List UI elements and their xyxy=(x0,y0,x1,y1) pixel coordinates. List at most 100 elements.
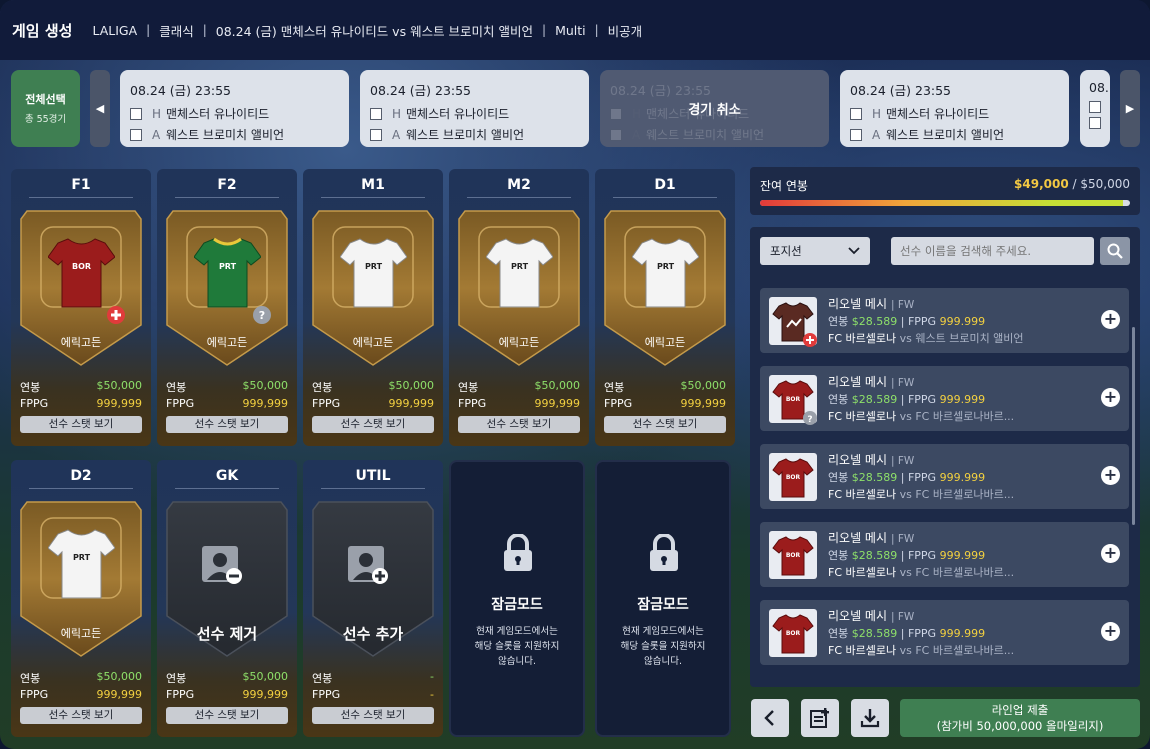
add-player-plus-button[interactable]: + xyxy=(1101,466,1120,485)
fppg-value: 999,999 xyxy=(96,397,143,410)
player-name: 에릭고든 xyxy=(60,336,102,349)
slot-m2[interactable]: M2 PRT 에릭고든 연봉 $50,000 FPPG 999,999 선수 스탯 … xyxy=(449,169,589,446)
slot-f1[interactable]: F1 BOR 에릭고든 연봉 $50,000 FPPG 999,999 선수 스탯 … xyxy=(11,169,151,446)
player-card-team: FC 바르셀로나 xyxy=(828,332,897,345)
match-date: 08.24 (금) 23:55 xyxy=(850,83,952,98)
jersey-icon: PRT xyxy=(194,237,261,308)
salary-value: $50,000 xyxy=(242,670,289,683)
player-thumbnail: BOR xyxy=(769,453,817,501)
player-search-input[interactable] xyxy=(891,237,1094,265)
player-stats-button[interactable]: 선수 스탯 보기 xyxy=(604,416,726,433)
slot-position-label: F1 xyxy=(29,169,133,198)
player-stats-button[interactable]: 선수 스탯 보기 xyxy=(20,416,142,433)
player-stats-button[interactable]: 선수 스탯 보기 xyxy=(312,707,434,724)
player-card-position: | FW xyxy=(891,299,915,311)
add-player-plus-button[interactable]: + xyxy=(1101,388,1120,407)
home-checkbox[interactable] xyxy=(850,107,862,120)
home-checkbox[interactable] xyxy=(370,107,382,120)
player-card-position: | FW xyxy=(891,533,915,545)
away-tag: A xyxy=(392,127,401,142)
fppg-label: FPPG xyxy=(166,397,195,410)
slot-util[interactable]: UTIL 선수 추가 연봉 - FPPG - 선수 스탯 보기 xyxy=(303,460,443,737)
lineup-list-button[interactable] xyxy=(801,699,839,737)
next-matches-button[interactable]: ▶ xyxy=(1120,70,1140,147)
add-list-icon xyxy=(810,708,829,728)
player-stats-button[interactable]: 선수 스탯 보기 xyxy=(166,416,288,433)
player-list-scrollbar[interactable] xyxy=(1132,327,1135,525)
crumb-separator: | xyxy=(202,23,207,37)
slot-gk[interactable]: GK 선수 제거 연봉 $50,000 FPPG 999,999 선수 스탯 보기 xyxy=(157,460,297,737)
match-date: 08.24 (금) 23:55 xyxy=(130,83,232,98)
player-stats-button[interactable]: 선수 스탯 보기 xyxy=(458,416,580,433)
slot-d2[interactable]: D2 PRT 에릭고든 연봉 $50,000 FPPG 999,999 선수 스탯 … xyxy=(11,460,151,737)
crumb-match: 08.24 (금) 맨체스터 유나이티드 vs 웨스트 브로미치 앨비언 xyxy=(215,23,534,39)
submit-lineup-button[interactable]: 라인업 제출 (참가비 50,000,000 올마일리지) xyxy=(900,699,1140,737)
salary-row: 연봉 $50,000 xyxy=(458,379,580,395)
player-card[interactable]: BOR 리오넬 메시 | FW 연봉 $28.589 | FPPG 999.999… xyxy=(760,522,1129,587)
add-player-button[interactable]: 선수 추가 xyxy=(303,623,443,644)
back-button[interactable] xyxy=(751,699,789,737)
svg-text:PRT: PRT xyxy=(219,262,237,271)
player-card[interactable]: 리오넬 메시 | FW 연봉 $28.589 | FPPG 999.999 FC … xyxy=(760,288,1129,353)
match-card-partial[interactable]: 08. xyxy=(1080,70,1110,147)
chevron-left-icon xyxy=(764,710,774,726)
remove-player-button[interactable]: 선수 제거 xyxy=(157,623,297,644)
salary-label: 연봉 xyxy=(828,549,849,562)
home-tag: H xyxy=(392,106,402,121)
slot-position-label: GK xyxy=(175,460,279,489)
jersey-icon: PRT xyxy=(632,238,699,308)
add-player-plus-button[interactable]: + xyxy=(1101,622,1120,641)
player-stats-button[interactable]: 선수 스탯 보기 xyxy=(166,707,288,724)
away-team: 웨스트 브로미치 앨비언 xyxy=(406,128,525,142)
locked-description: 현재 게임모드에서는 해당 슬롯을 지원하지 않습니다. xyxy=(451,624,583,669)
away-checkbox[interactable] xyxy=(1089,117,1101,129)
header-bar: 게임 생성 LALIGA | 클래식 | 08.24 (금) 맨체스터 유나이티… xyxy=(0,0,1150,60)
match-card[interactable]: 08.24 (금) 23:55 H 맨체스터 유나이티드 A 웨스트 브로미치 앨비… xyxy=(840,70,1069,147)
fppg-value: 999,999 xyxy=(96,688,143,701)
player-thumbnail: BOR ? xyxy=(769,375,817,425)
fppg-label: | FPPG xyxy=(900,549,937,562)
slot-m1[interactable]: M1 PRT 에릭고든 연봉 $50,000 FPPG 999,999 선수 스탯 … xyxy=(303,169,443,446)
player-stats-button[interactable]: 선수 스탯 보기 xyxy=(312,416,434,433)
add-player-plus-button[interactable]: + xyxy=(1101,310,1120,329)
locked-desc-line: 현재 게임모드에서는 xyxy=(622,626,704,637)
away-checkbox[interactable] xyxy=(130,128,142,141)
player-stats-button[interactable]: 선수 스탯 보기 xyxy=(20,707,142,724)
player-card[interactable]: BOR 리오넬 메시 | FW 연봉 $28.589 | FPPG 999.999… xyxy=(760,444,1129,509)
player-card-name: 리오넬 메시 xyxy=(828,609,888,623)
salary-cap-panel: 잔여 연봉 $49,000 / $50,000 xyxy=(750,167,1140,215)
download-button[interactable] xyxy=(851,699,889,737)
away-checkbox[interactable] xyxy=(370,128,382,141)
locked-desc-line: 않습니다. xyxy=(498,656,536,667)
player-card-stats: 연봉 $28.589 | FPPG 999.999 xyxy=(828,469,985,485)
home-checkbox[interactable] xyxy=(1089,101,1101,113)
match-card[interactable]: 08.24 (금) 23:55 H 맨체스터 유나이티드 A 웨스트 브로미치 앨비… xyxy=(360,70,589,147)
slot-d1[interactable]: D1 PRT 에릭고든 연봉 $50,000 FPPG 999,999 선수 스탯 … xyxy=(595,169,735,446)
salary-value: $28.589 xyxy=(851,471,898,484)
jersey-icon: BOR xyxy=(772,536,814,576)
home-checkbox[interactable] xyxy=(130,107,142,120)
add-player-plus-button[interactable]: + xyxy=(1101,544,1120,563)
slot-position-label: UTIL xyxy=(321,460,425,489)
position-select[interactable]: 포지션 xyxy=(760,237,870,265)
salary-total: / $50,000 xyxy=(1072,177,1130,191)
fppg-label: | FPPG xyxy=(900,627,937,640)
player-card[interactable]: BOR 리오넬 메시 | FW 연봉 $28.589 | FPPG 999.999… xyxy=(760,600,1129,665)
search-button[interactable] xyxy=(1100,237,1130,265)
fppg-value: 999.999 xyxy=(939,315,986,328)
salary-row: 연봉 $50,000 xyxy=(20,670,142,686)
crumb-visibility: 비공개 xyxy=(607,23,643,39)
match-card[interactable]: 08.24 (금) 23:55 H 맨체스터 유나이티드 A 웨스트 브로미치 앨비… xyxy=(120,70,349,147)
away-checkbox[interactable] xyxy=(850,128,862,141)
match-card-cancelled: 08.24 (금) 23:55 H 맨체스터 유나이티드 A 웨스트 브로미치 앨비… xyxy=(600,70,829,147)
salary-remaining: $49,000 xyxy=(1014,177,1069,191)
page-title: 게임 생성 xyxy=(12,21,73,40)
slot-f2[interactable]: F2 PRT ? 에릭고든 연봉 $50,000 FPPG 999,999 선수 스… xyxy=(157,169,297,446)
prev-matches-button[interactable]: ◀ xyxy=(90,70,110,147)
fppg-row: FPPG 999,999 xyxy=(20,397,142,410)
fppg-value: 999.999 xyxy=(939,627,986,640)
fppg-label: | FPPG xyxy=(900,315,937,328)
select-all-button[interactable]: 전체선택 총 55경기 xyxy=(11,70,80,147)
locked-desc-line: 현재 게임모드에서는 xyxy=(476,626,558,637)
player-card[interactable]: BOR ? 리오넬 메시 | FW 연봉 $28.589 | FPPG 999.9… xyxy=(760,366,1129,431)
